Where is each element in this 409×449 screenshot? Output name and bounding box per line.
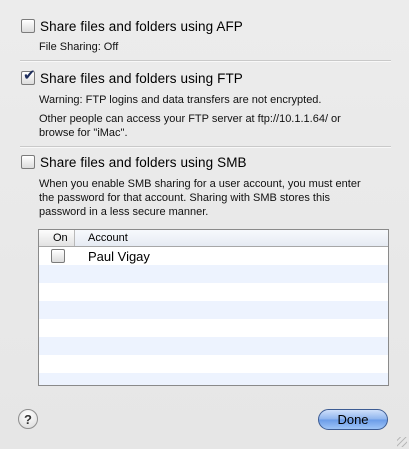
table-row-empty	[39, 373, 388, 385]
table-row-empty	[39, 301, 388, 319]
ftp-warning-text: Warning: FTP logins and data transfers a…	[39, 94, 322, 106]
resize-grip-icon[interactable]	[397, 437, 407, 447]
ftp-checkbox[interactable]: ✔	[21, 67, 36, 85]
table-row-empty	[39, 337, 388, 355]
ftp-label[interactable]: Share files and folders using FTP	[40, 71, 243, 86]
afp-label[interactable]: Share files and folders using AFP	[40, 19, 243, 34]
smb-label[interactable]: Share files and folders using SMB	[40, 155, 247, 170]
table-header: On Account	[39, 230, 388, 247]
smb-checkbox[interactable]	[21, 155, 35, 169]
table-row-empty	[39, 265, 388, 283]
ftp-info-line-1: Other people can access your FTP server …	[39, 113, 341, 125]
smb-description-line-2: the password for that account. Sharing w…	[39, 192, 331, 204]
done-button[interactable]: Done	[318, 409, 388, 430]
separator	[20, 146, 391, 148]
account-enable-checkbox[interactable]	[51, 249, 65, 263]
ftp-info-line-2: browse for "iMac".	[39, 127, 128, 139]
table-row-empty	[39, 319, 388, 337]
table-row-empty	[39, 355, 388, 373]
smb-accounts-table[interactable]: On Account Paul Vigay	[38, 229, 389, 386]
column-header-on[interactable]: On	[39, 230, 75, 246]
account-name: Paul Vigay	[88, 248, 150, 264]
afp-checkbox[interactable]	[21, 19, 35, 33]
question-mark-icon: ?	[24, 411, 32, 427]
ftp-option-row[interactable]: ✔ Share files and folders using FTP	[21, 67, 243, 87]
separator	[20, 60, 391, 62]
smb-description-line-3: password in a less secure manner.	[39, 206, 209, 218]
column-header-account[interactable]: Account	[75, 230, 388, 246]
afp-status-text: File Sharing: Off	[39, 41, 119, 53]
afp-option-row[interactable]: Share files and folders using AFP	[21, 17, 243, 35]
table-row[interactable]: Paul Vigay	[39, 247, 388, 265]
checkmark-icon: ✔	[23, 67, 36, 84]
ftp-sharing-options-sheet: Share files and folders using AFP File S…	[0, 0, 409, 449]
help-button[interactable]: ?	[18, 409, 38, 429]
smb-option-row[interactable]: Share files and folders using SMB	[21, 153, 247, 171]
smb-description-line-1: When you enable SMB sharing for a user a…	[39, 178, 361, 190]
table-row-empty	[39, 283, 388, 301]
